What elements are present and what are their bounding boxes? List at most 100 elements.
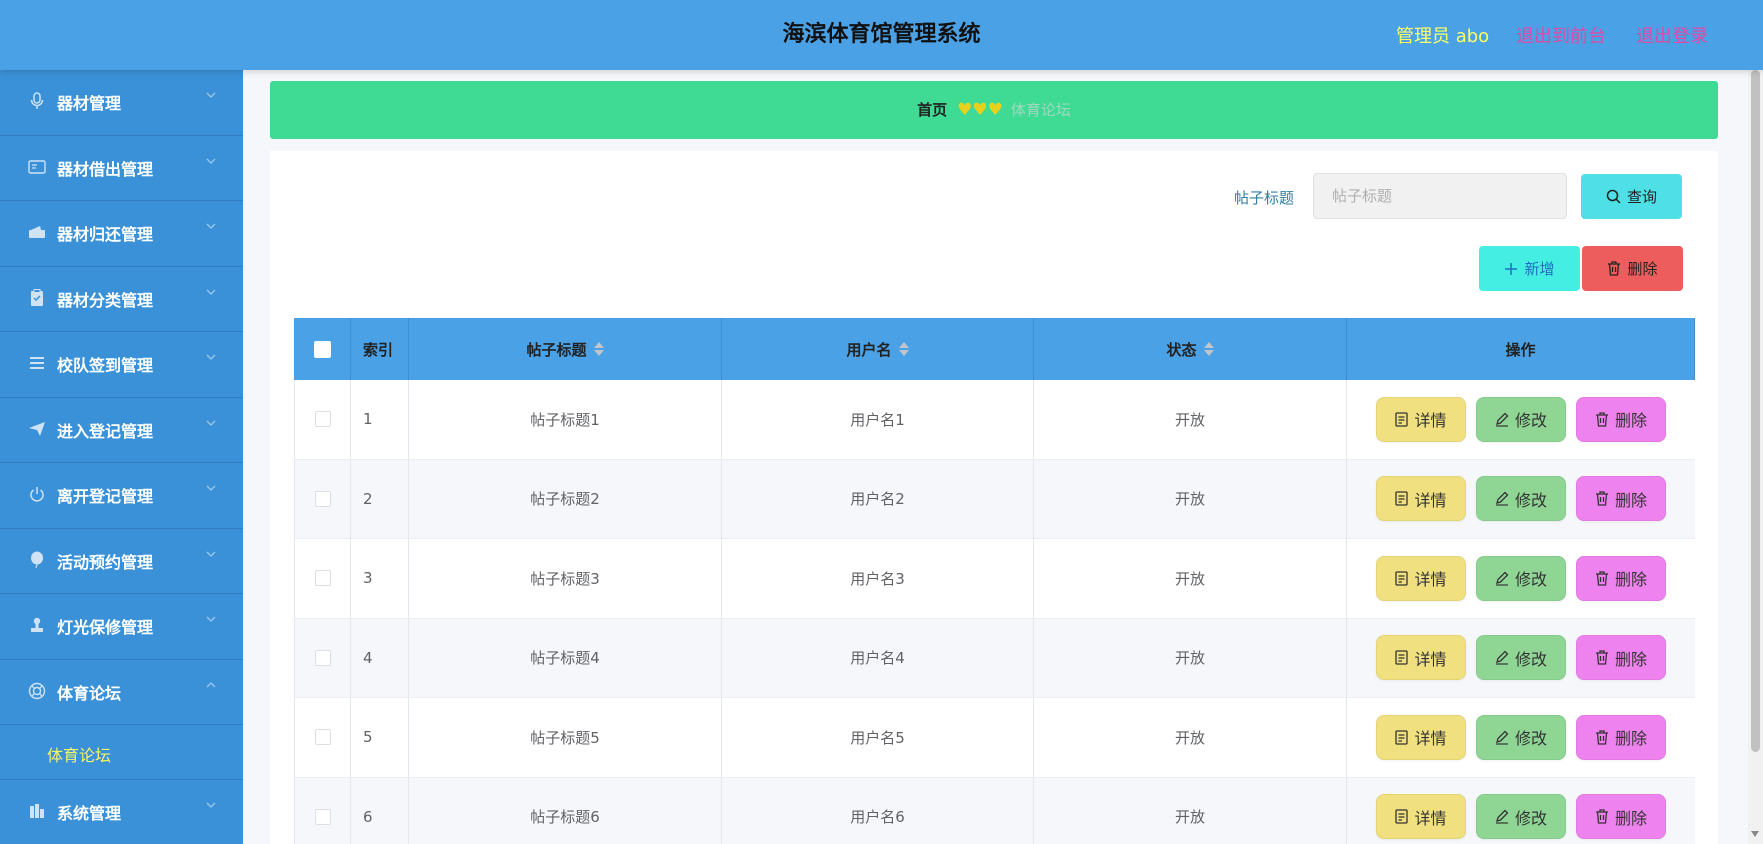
sidebar-item-team-signin[interactable]: 校队签到管理 bbox=[0, 332, 243, 398]
search-label: 帖子标题 bbox=[1234, 189, 1295, 207]
detail-button[interactable]: 详情 bbox=[1376, 794, 1466, 840]
chevron-down-icon bbox=[206, 221, 216, 231]
sidebar-item-label: 器材归还管理 bbox=[57, 225, 154, 244]
sidebar-item-label: 灯光保修管理 bbox=[57, 618, 154, 637]
logout-link[interactable]: 退出登录 bbox=[1636, 22, 1708, 48]
cell-text: 2 bbox=[363, 489, 373, 508]
chevron-down-icon bbox=[206, 549, 216, 559]
edit-button-label: 修改 bbox=[1514, 649, 1547, 669]
cell-status: 开放 bbox=[1034, 539, 1347, 619]
row-checkbox[interactable] bbox=[314, 649, 331, 666]
edit-button[interactable]: 修改 bbox=[1476, 396, 1566, 442]
sidebar-item-entry[interactable]: 进入登记管理 bbox=[0, 398, 243, 463]
row-select-cell bbox=[294, 459, 351, 539]
edit-button-label: 修改 bbox=[1514, 808, 1547, 828]
detail-button[interactable]: 详情 bbox=[1376, 635, 1466, 681]
row-checkbox[interactable] bbox=[314, 808, 331, 825]
exit-to-front-link[interactable]: 退出到前台 bbox=[1516, 22, 1606, 48]
scrollbar-thumb[interactable] bbox=[1751, 70, 1760, 752]
cell-status: 开放 bbox=[1034, 380, 1347, 460]
cell-index: 5 bbox=[351, 698, 409, 778]
cell-status: 开放 bbox=[1034, 618, 1347, 698]
edit-button[interactable]: 修改 bbox=[1476, 635, 1566, 681]
select-all-checkbox[interactable] bbox=[313, 340, 331, 358]
trash-icon bbox=[1595, 491, 1608, 506]
send-icon bbox=[28, 420, 46, 438]
document-icon bbox=[1395, 650, 1409, 665]
table-row[interactable]: 4 帖子标题4 用户名4 开放 详情 修改 删除 bbox=[294, 618, 1695, 698]
pencil-icon bbox=[1495, 650, 1509, 665]
chevron-up-icon bbox=[206, 680, 216, 690]
sidebar-item-system[interactable]: 系统管理 bbox=[0, 780, 243, 844]
sidebar-item-return[interactable]: 器材归还管理 bbox=[0, 201, 243, 267]
row-select-cell bbox=[294, 618, 351, 698]
sidebar-subitem-label[interactable]: 体育论坛 bbox=[47, 742, 111, 766]
add-button[interactable]: 新增 bbox=[1479, 246, 1580, 291]
cell-username: 用户名1 bbox=[722, 380, 1034, 460]
batch-delete-button[interactable]: 删除 bbox=[1582, 246, 1683, 291]
sidebar-item-activity[interactable]: 活动预约管理 bbox=[0, 529, 243, 594]
header-status[interactable]: 状态 bbox=[1034, 318, 1347, 380]
sort-icon[interactable] bbox=[593, 342, 604, 356]
sort-icon[interactable] bbox=[898, 342, 909, 356]
row-checkbox[interactable] bbox=[314, 729, 331, 746]
row-checkbox[interactable] bbox=[314, 570, 331, 587]
edit-button[interactable]: 修改 bbox=[1476, 555, 1566, 601]
header-username[interactable]: 用户名 bbox=[722, 318, 1034, 380]
delete-button[interactable]: 删除 bbox=[1576, 635, 1666, 681]
delete-button[interactable]: 删除 bbox=[1576, 555, 1666, 601]
header-label: 帖子标题 bbox=[526, 340, 587, 359]
table-row[interactable]: 1 帖子标题1 用户名1 开放 详情 修改 删除 bbox=[294, 380, 1695, 460]
edit-button[interactable]: 修改 bbox=[1476, 476, 1566, 522]
cell-username: 用户名5 bbox=[722, 698, 1034, 778]
query-button[interactable]: 查询 bbox=[1581, 174, 1682, 219]
breadcrumb-home[interactable]: 首页 bbox=[917, 101, 947, 119]
cell-text: 帖子标题1 bbox=[530, 410, 600, 429]
delete-button[interactable]: 删除 bbox=[1576, 714, 1666, 760]
table-row[interactable]: 5 帖子标题5 用户名5 开放 详情 修改 删除 bbox=[294, 698, 1695, 778]
table-row[interactable]: 3 帖子标题3 用户名3 开放 详情 修改 删除 bbox=[294, 539, 1695, 619]
edit-button-label: 修改 bbox=[1514, 570, 1547, 590]
header-label: 用户名 bbox=[846, 340, 892, 359]
delete-button[interactable]: 删除 bbox=[1576, 794, 1666, 840]
table-row[interactable]: 2 帖子标题2 用户名2 开放 详情 修改 删除 bbox=[294, 459, 1695, 539]
cell-status: 开放 bbox=[1034, 459, 1347, 539]
sort-icon[interactable] bbox=[1203, 342, 1214, 356]
header-label: 状态 bbox=[1166, 340, 1197, 359]
header-title[interactable]: 帖子标题 bbox=[409, 318, 722, 380]
search-input[interactable] bbox=[1313, 173, 1567, 219]
document-icon bbox=[1395, 412, 1409, 427]
detail-button[interactable]: 详情 bbox=[1376, 476, 1466, 522]
sidebar-item-lighting[interactable]: 灯光保修管理 bbox=[0, 594, 243, 660]
scroll-down-arrow-icon[interactable] bbox=[1751, 831, 1759, 837]
cell-text: 用户名1 bbox=[850, 410, 905, 429]
sidebar-subitem-forum[interactable]: 体育论坛 bbox=[0, 725, 243, 780]
search-icon bbox=[1606, 189, 1621, 204]
delete-button[interactable]: 删除 bbox=[1576, 396, 1666, 442]
detail-button-label: 详情 bbox=[1414, 490, 1447, 510]
row-checkbox[interactable] bbox=[314, 490, 331, 507]
table-row[interactable]: 6 帖子标题6 用户名6 开放 详情 修改 删除 bbox=[294, 777, 1695, 844]
sidebar-item-lending[interactable]: 器材借出管理 bbox=[0, 136, 243, 201]
sidebar-item-leave[interactable]: 离开登记管理 bbox=[0, 463, 243, 529]
breadcrumb-current: 体育论坛 bbox=[1010, 101, 1071, 119]
edit-button[interactable]: 修改 bbox=[1476, 794, 1566, 840]
row-select-cell bbox=[294, 539, 351, 619]
sidebar-item-label: 进入登记管理 bbox=[57, 421, 154, 441]
edit-button[interactable]: 修改 bbox=[1476, 714, 1566, 760]
detail-button[interactable]: 详情 bbox=[1376, 396, 1466, 442]
row-select-cell bbox=[294, 777, 351, 844]
row-checkbox[interactable] bbox=[314, 411, 331, 428]
detail-button[interactable]: 详情 bbox=[1376, 555, 1466, 601]
query-button-label: 查询 bbox=[1626, 188, 1657, 206]
cell-title: 帖子标题5 bbox=[409, 698, 722, 778]
cell-index: 2 bbox=[351, 459, 409, 539]
delete-button-label: 删除 bbox=[1614, 729, 1647, 749]
sidebar-item-forum[interactable]: 体育论坛 bbox=[0, 660, 243, 725]
sidebar-item-equipment[interactable]: 器材管理 bbox=[0, 70, 243, 136]
sidebar-item-category[interactable]: 器材分类管理 bbox=[0, 267, 243, 332]
current-user: 管理员 abo bbox=[1396, 26, 1490, 47]
page-scrollbar[interactable] bbox=[1748, 70, 1763, 844]
detail-button[interactable]: 详情 bbox=[1376, 714, 1466, 760]
delete-button[interactable]: 删除 bbox=[1576, 476, 1666, 522]
